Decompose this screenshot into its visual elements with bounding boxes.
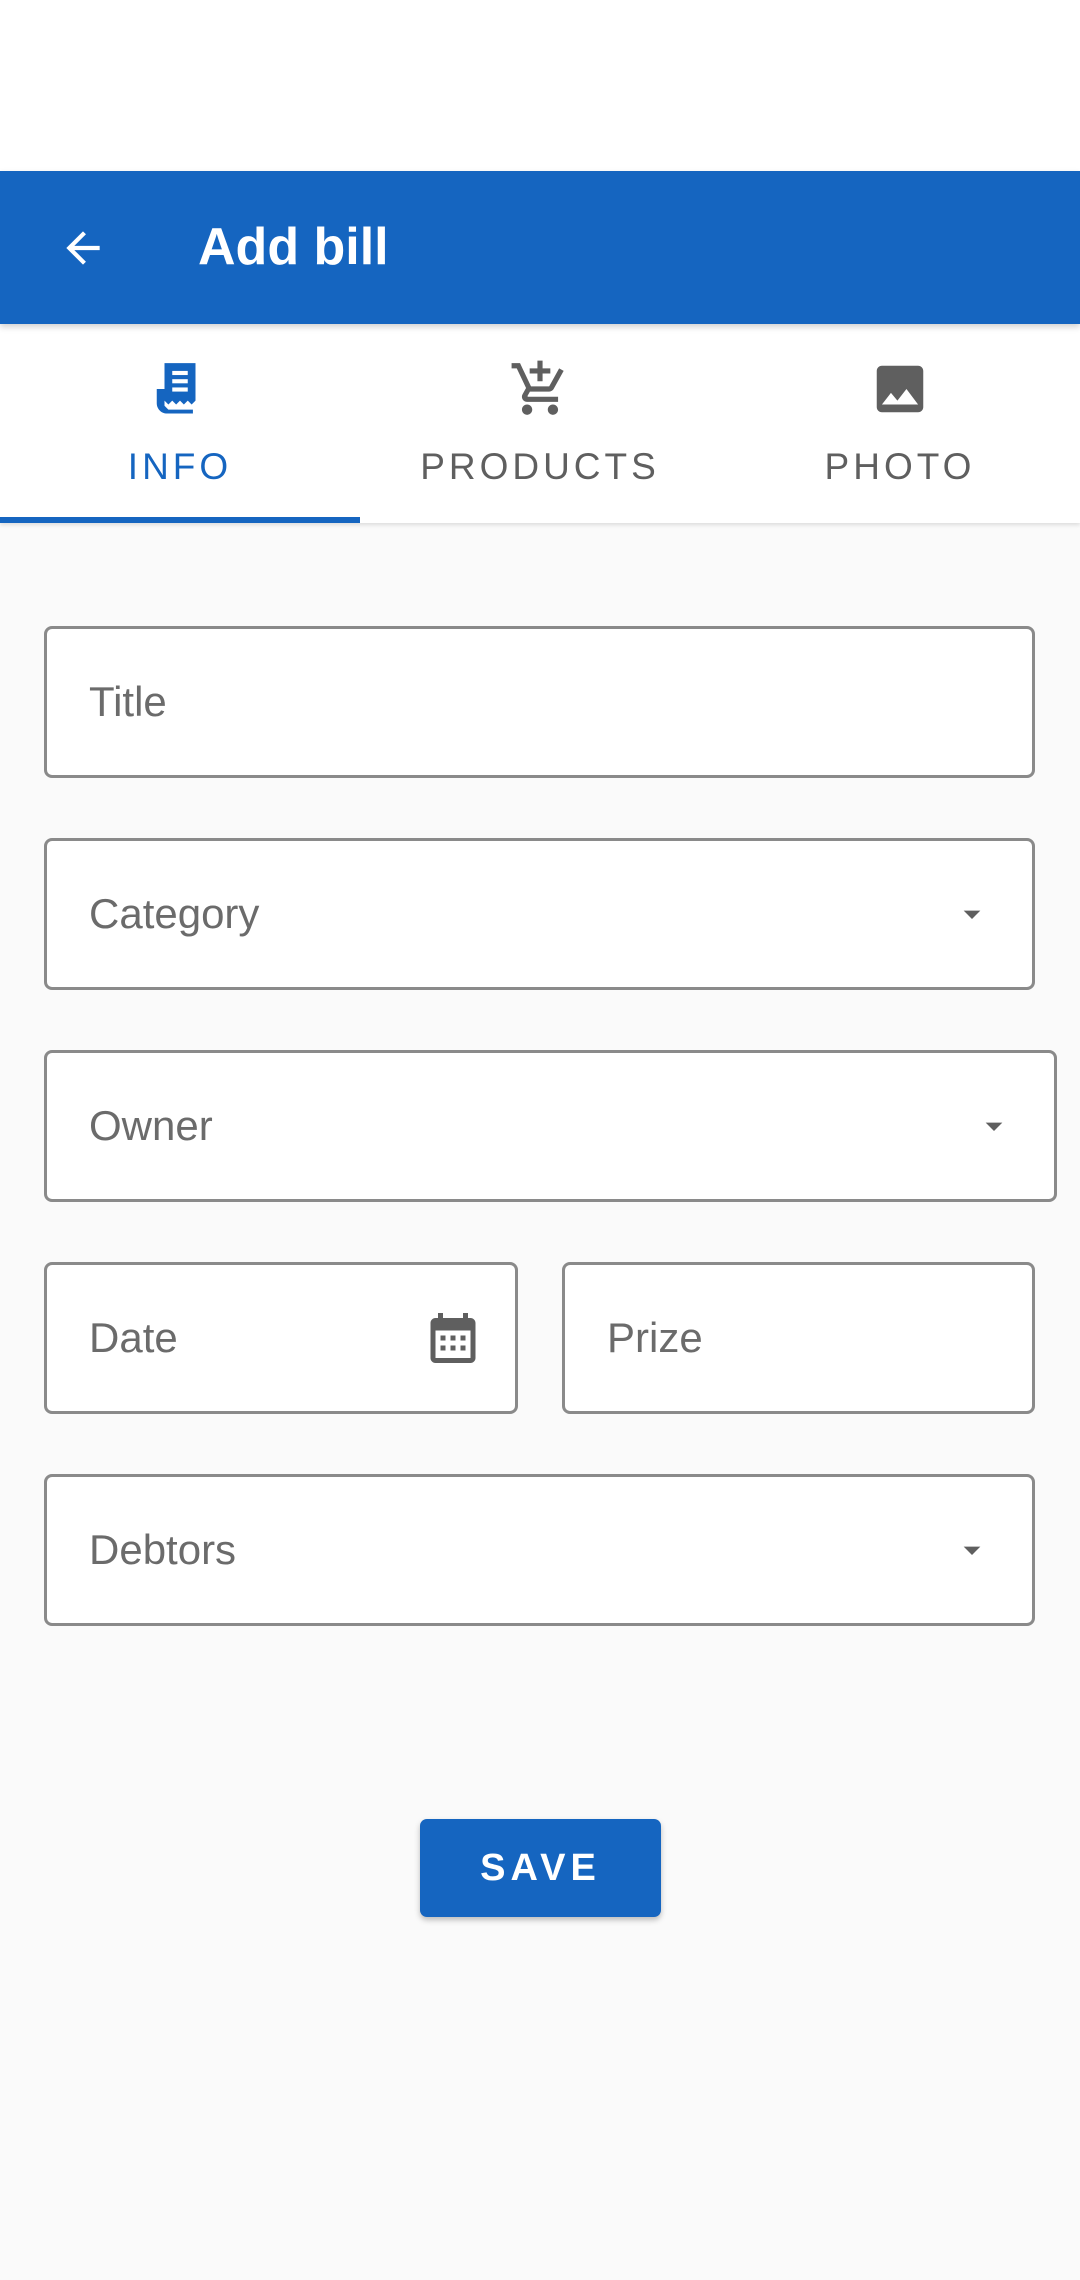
page-title: Add bill: [198, 218, 389, 276]
add-bill-screen: Add bill INFO PRODUCTS PHOTO Title Categ…: [0, 0, 1080, 2280]
tab-products[interactable]: PRODUCTS: [360, 324, 720, 523]
arrow-back-icon: [66, 231, 100, 265]
category-dropdown-label: Category: [89, 890, 260, 937]
tab-bar: INFO PRODUCTS PHOTO: [0, 324, 1080, 523]
status-bar: [0, 0, 1080, 171]
tab-info[interactable]: INFO: [0, 324, 360, 523]
category-dropdown[interactable]: Category: [44, 838, 1035, 990]
receipt-icon: [156, 363, 196, 414]
calendar-button[interactable]: [423, 1265, 483, 1411]
date-field-label: Date: [89, 1314, 178, 1361]
debtors-dropdown-label: Debtors: [89, 1526, 237, 1573]
owner-dropdown[interactable]: Owner: [44, 1050, 1057, 1202]
dropdown-arrow-icon: [963, 1546, 981, 1555]
tab-info-label: INFO: [127, 446, 233, 487]
owner-dropdown-label: Owner: [89, 1102, 213, 1149]
dropdown-arrow-icon: [963, 910, 981, 919]
tab-photo[interactable]: PHOTO: [720, 324, 1080, 523]
tab-photo-label: PHOTO: [824, 446, 976, 487]
date-field[interactable]: Date: [44, 1262, 518, 1414]
tab-active-indicator: [0, 517, 360, 523]
debtors-dropdown[interactable]: Debtors: [44, 1474, 1035, 1626]
save-button[interactable]: SAVE: [420, 1819, 661, 1917]
back-button[interactable]: [36, 201, 130, 295]
prize-field-label: Prize: [607, 1314, 703, 1361]
calendar-icon: [430, 1313, 476, 1363]
tab-products-label: PRODUCTS: [420, 446, 660, 487]
app-bar: Add bill: [0, 171, 1080, 324]
title-field-label: Title: [89, 678, 167, 725]
image-icon: [876, 365, 924, 413]
prize-field[interactable]: Prize: [562, 1262, 1035, 1414]
dropdown-arrow-icon: [985, 1122, 1003, 1131]
add-shopping-cart-icon: [511, 360, 564, 415]
title-field[interactable]: Title: [44, 626, 1035, 778]
